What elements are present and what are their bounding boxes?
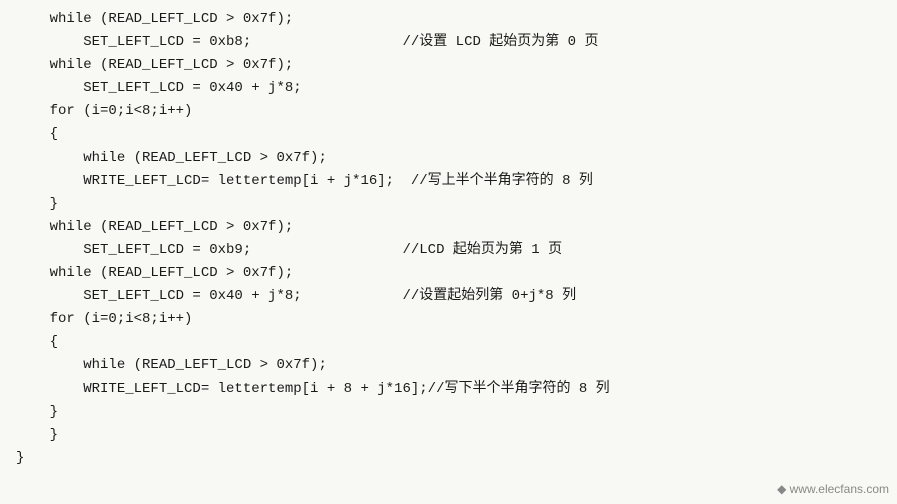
code-line: while (READ_LEFT_LCD > 0x7f); [16,354,881,377]
watermark: ◆ www.elecfans.com [777,482,889,496]
code-line: { [16,123,881,146]
code-line: } [16,447,881,470]
code-block: while (READ_LEFT_LCD > 0x7f); SET_LEFT_L… [16,8,881,470]
code-line: SET_LEFT_LCD = 0xb8; //设置 LCD 起始页为第 0 页 [16,31,881,54]
code-line: for (i=0;i<8;i++) [16,100,881,123]
code-line: { [16,331,881,354]
code-line: for (i=0;i<8;i++) [16,308,881,331]
code-line: while (READ_LEFT_LCD > 0x7f); [16,8,881,31]
code-line: } [16,424,881,447]
code-container: while (READ_LEFT_LCD > 0x7f); SET_LEFT_L… [0,0,897,504]
code-line: while (READ_LEFT_LCD > 0x7f); [16,216,881,239]
code-line: WRITE_LEFT_LCD= lettertemp[i + j*16]; //… [16,170,881,193]
code-line: } [16,193,881,216]
code-line: } [16,401,881,424]
code-line: while (READ_LEFT_LCD > 0x7f); [16,262,881,285]
code-line: WRITE_LEFT_LCD= lettertemp[i + 8 + j*16]… [16,378,881,401]
code-line: while (READ_LEFT_LCD > 0x7f); [16,54,881,77]
code-line: SET_LEFT_LCD = 0xb9; //LCD 起始页为第 1 页 [16,239,881,262]
code-line: SET_LEFT_LCD = 0x40 + j*8; //设置起始列第 0+j*… [16,285,881,308]
code-line: while (READ_LEFT_LCD > 0x7f); [16,147,881,170]
code-line: SET_LEFT_LCD = 0x40 + j*8; [16,77,881,100]
